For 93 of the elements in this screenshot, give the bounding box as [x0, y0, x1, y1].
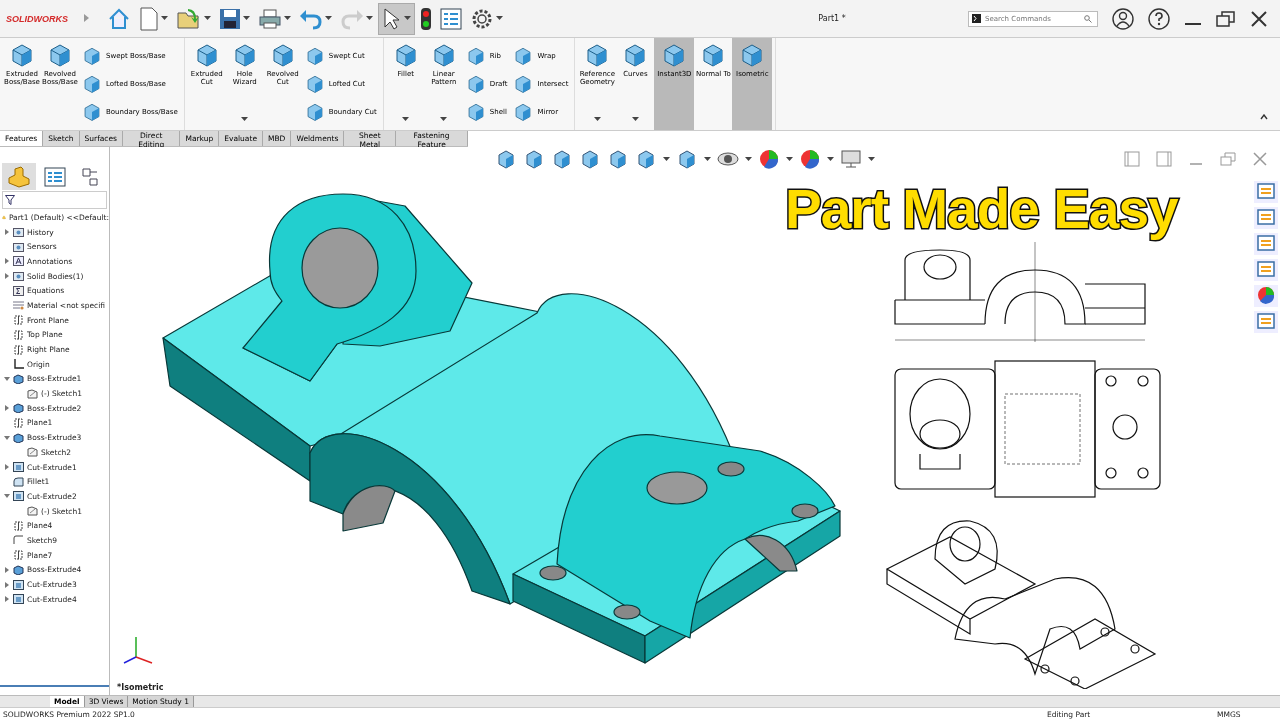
expand-arrow-icon[interactable] — [4, 258, 9, 265]
extrude-icon — [13, 564, 24, 575]
annotation-icon — [13, 256, 24, 267]
plane-icon — [13, 315, 24, 326]
origin-icon — [13, 359, 24, 370]
caret-icon[interactable] — [704, 156, 711, 162]
sketch-icon — [27, 506, 38, 517]
caret-icon[interactable] — [402, 117, 410, 122]
part-icon — [6, 165, 31, 188]
plane-icon — [13, 417, 24, 428]
tile-left-icon[interactable] — [1124, 151, 1140, 167]
list-icon — [43, 166, 66, 187]
window-title: Part1 * — [817, 14, 847, 23]
file-explorer-button[interactable] — [1254, 233, 1278, 255]
cut-icon — [13, 594, 24, 605]
expand-arrow-icon[interactable] — [84, 13, 89, 22]
expand-arrow-icon[interactable] — [4, 464, 9, 471]
expand-arrow-icon[interactable] — [4, 405, 9, 412]
caret-icon[interactable] — [161, 16, 168, 21]
collapse-arrow-icon[interactable] — [3, 494, 10, 499]
cursor-icon — [382, 6, 402, 31]
sketch-icon — [27, 447, 38, 458]
appearance-icon[interactable] — [758, 149, 780, 169]
save-icon — [219, 7, 241, 30]
document-icon — [139, 6, 159, 31]
caret-icon[interactable] — [325, 16, 332, 21]
expand-arrow-icon[interactable] — [4, 596, 9, 603]
caret-icon[interactable] — [786, 156, 793, 162]
plane-icon — [13, 344, 24, 355]
headline: Part Made Easy — [785, 177, 1178, 241]
filter-icon — [5, 195, 15, 205]
caret-icon[interactable] — [284, 16, 291, 21]
tile-right-icon[interactable] — [1156, 151, 1172, 167]
monitor-icon[interactable] — [840, 149, 862, 169]
plane-icon — [13, 329, 24, 340]
expand-arrow-icon[interactable] — [4, 273, 9, 280]
user-icon[interactable] — [1112, 7, 1134, 30]
caret-icon[interactable] — [745, 156, 752, 162]
caret-icon[interactable] — [404, 16, 411, 21]
cut-icon — [13, 491, 24, 502]
caret-icon[interactable] — [366, 16, 373, 21]
plane-icon — [13, 550, 24, 561]
cut-icon — [13, 462, 24, 473]
caret-icon[interactable] — [868, 156, 875, 162]
close-icon[interactable] — [1250, 9, 1268, 28]
traffic-light-icon — [420, 6, 432, 31]
expand-arrow-icon[interactable] — [4, 229, 9, 236]
sketch-icon — [27, 388, 38, 399]
cut-icon — [13, 579, 24, 590]
configuration-icon — [80, 166, 101, 187]
custom-properties-button[interactable] — [1254, 311, 1278, 333]
list-icon — [1256, 312, 1276, 330]
select-button[interactable] — [378, 2, 415, 35]
collapse-arrow-icon[interactable] — [3, 435, 10, 440]
view-orientation-label: *Isometric — [117, 683, 164, 692]
material-icon — [13, 300, 24, 311]
printer-icon — [258, 7, 282, 30]
caret-icon[interactable] — [496, 16, 503, 21]
caret-icon[interactable] — [631, 117, 639, 122]
collapse-arrow-icon[interactable] — [3, 376, 10, 381]
plane-icon — [13, 520, 24, 531]
extrude-icon — [13, 403, 24, 414]
resources-button[interactable] — [1254, 207, 1278, 229]
restore-icon[interactable] — [1216, 9, 1236, 28]
scene-icon[interactable] — [799, 149, 821, 169]
extrude-icon — [13, 432, 24, 443]
caret-icon[interactable] — [440, 117, 448, 122]
collapse-icon[interactable] — [1260, 114, 1268, 120]
filter-field[interactable] — [2, 191, 107, 209]
caret-icon[interactable] — [827, 156, 834, 162]
equation-icon — [13, 285, 24, 296]
hide-show-icon[interactable] — [717, 149, 739, 169]
expand-arrow-icon[interactable] — [4, 566, 9, 573]
appearances-button[interactable] — [1254, 285, 1278, 307]
app-logo: SOLIDWORKS — [5, 13, 69, 24]
caret-icon[interactable] — [243, 16, 250, 21]
caret-icon[interactable] — [241, 117, 249, 122]
sketch-line-icon — [13, 535, 24, 546]
search-icon[interactable] — [1084, 14, 1092, 23]
redo-icon — [340, 7, 364, 30]
caret-icon[interactable] — [204, 16, 211, 21]
fillet-icon — [13, 476, 24, 487]
color-ball-icon — [1256, 286, 1276, 304]
view-palette-button[interactable] — [1254, 259, 1278, 281]
list-icon — [440, 7, 462, 30]
terminal-icon — [972, 14, 981, 23]
help-icon[interactable] — [1148, 7, 1170, 30]
home-button[interactable] — [1254, 181, 1278, 203]
expand-arrow-icon[interactable] — [4, 581, 9, 588]
caret-icon[interactable] — [593, 117, 601, 122]
caret-icon[interactable] — [663, 156, 670, 162]
feature-manager-tab[interactable] — [2, 163, 36, 190]
extrude-icon — [13, 373, 24, 384]
